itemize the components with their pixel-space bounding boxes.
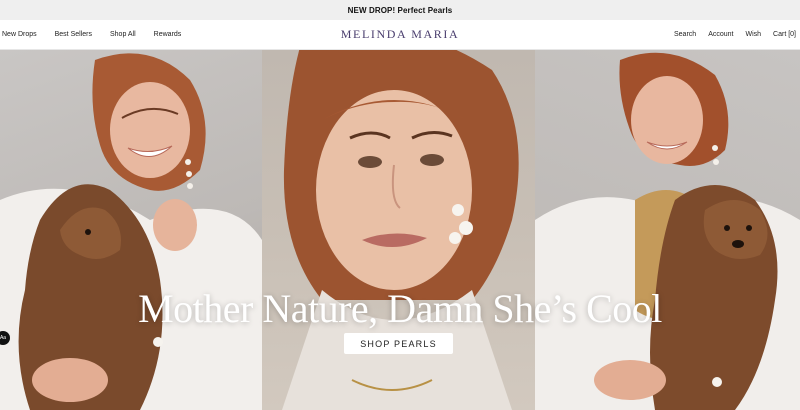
search-link[interactable]: Search <box>674 31 696 38</box>
woman-with-dog-illustration <box>0 53 262 410</box>
announcement-bar[interactable]: NEW DROP! Perfect Pearls <box>0 0 800 20</box>
wishlist-link[interactable]: Wish <box>745 31 761 38</box>
woman-portrait-illustration <box>282 50 519 410</box>
hero-headline: Mother Nature, Damn She’s Cool <box>138 286 662 331</box>
cart-link[interactable]: Cart [0] <box>773 31 796 38</box>
utility-nav: Search Account Wish Cart [0] <box>674 20 796 49</box>
announcement-text[interactable]: NEW DROP! Perfect Pearls <box>348 6 453 15</box>
hero-image-left <box>0 50 262 410</box>
hero-image-right <box>535 50 800 410</box>
shop-pearls-button[interactable]: SHOP PEARLS <box>344 333 453 354</box>
account-link[interactable]: Account <box>708 31 733 38</box>
site-header: New Drops Best Sellers Shop All Rewards … <box>0 20 800 50</box>
hero-image-center <box>262 50 535 410</box>
hero-banner[interactable]: Mother Nature, Damn She’s Cool SHOP PEAR… <box>0 50 800 410</box>
woman-with-puppy-illustration <box>535 52 800 410</box>
